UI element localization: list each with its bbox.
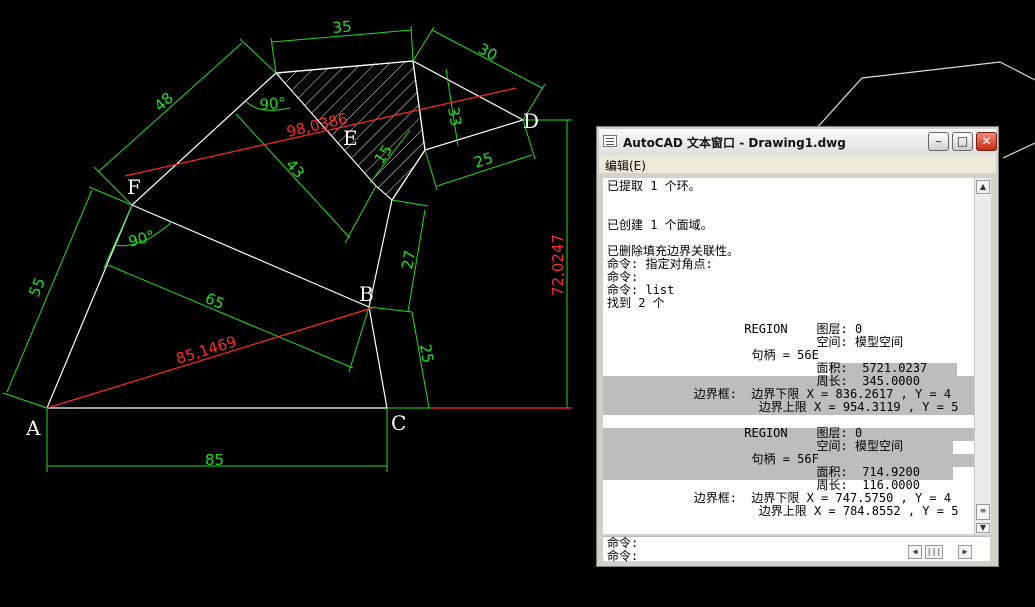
dim-35: 35 (332, 17, 353, 37)
scroll-up-icon[interactable]: ▲ (976, 180, 990, 194)
menu-edit[interactable]: 编辑(E) (605, 157, 646, 174)
window-title: AutoCAD 文本窗口 - Drawing1.dwg (623, 136, 846, 150)
hscroll-thumb[interactable]: ||| (925, 545, 943, 559)
dim-30: 30 (475, 40, 500, 65)
dim-angle-90-lower: 90° (126, 227, 156, 251)
point-label-f: F (127, 175, 141, 199)
dim-85: 85 (205, 451, 224, 469)
command-history[interactable]: 已提取 1 个环。 已创建 1 个面域。 已删除填充边界关联性。 命令: 指定对… (603, 178, 974, 534)
window-titlebar[interactable]: AutoCAD 文本窗口 - Drawing1.dwg – □ ✕ (599, 129, 997, 156)
menu-bar: 编辑(E) (599, 155, 996, 173)
window-app-icon (603, 135, 617, 147)
scroll-thumb[interactable]: ≡ (976, 504, 990, 520)
point-label-b: B (359, 282, 374, 306)
history-line: 找到 2 个 (607, 296, 665, 310)
dim-55: 55 (25, 275, 49, 300)
maximize-button[interactable]: □ (952, 132, 973, 151)
dim-72-0247: 72,0247 (549, 234, 567, 296)
horizontal-scrollbar[interactable]: ◀ ||| ▶ (908, 545, 974, 559)
vertical-scrollbar[interactable]: ▲ ≡ ▼ (974, 178, 991, 534)
close-button[interactable]: ✕ (976, 132, 997, 151)
autocad-text-window[interactable]: AutoCAD 文本窗口 - Drawing1.dwg – □ ✕ 编辑(E) … (596, 126, 999, 567)
dim-43: 43 (282, 156, 308, 182)
dim-angle-90-upper: 90° (259, 94, 287, 114)
history-line: 边界上限 X = 954.3119 , Y = 5 (607, 400, 959, 414)
scroll-down-icon[interactable]: ▼ (976, 523, 990, 533)
history-line: 已提取 1 个环。 (607, 179, 701, 193)
dim-27: 27 (398, 249, 419, 271)
dim-65: 65 (202, 289, 227, 313)
history-line: 已创建 1 个面域。 (607, 218, 713, 232)
dim-33: 33 (444, 106, 465, 128)
command-line[interactable]: 命令: 命令: ◀ ||| ▶ (603, 536, 990, 564)
dimension-lines (2, 25, 572, 472)
command-input[interactable]: 命令: (607, 547, 638, 564)
point-label-e: E (343, 126, 358, 150)
dim-48: 48 (151, 89, 177, 115)
point-label-a: A (25, 416, 41, 440)
minimize-button[interactable]: – (928, 132, 949, 151)
scroll-right-icon[interactable]: ▶ (958, 545, 972, 559)
scroll-left-icon[interactable]: ◀ (908, 545, 922, 559)
history-line: 边界上限 X = 784.8552 , Y = 5 (607, 504, 959, 518)
dim-25-lower: 25 (416, 343, 437, 365)
dim-85-1469: 85,1469 (174, 332, 239, 367)
point-label-c: C (391, 411, 406, 435)
point-label-d: D (523, 109, 539, 133)
